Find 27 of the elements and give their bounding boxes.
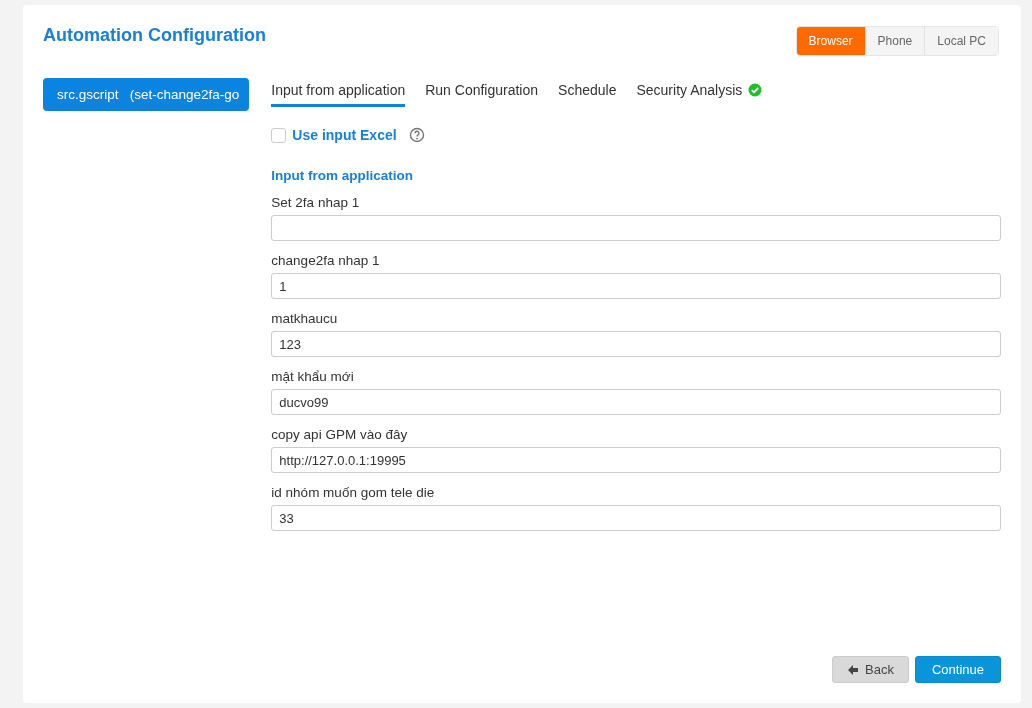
input-field[interactable]: http://127.0.0.1:19995 xyxy=(271,447,1001,473)
field-label: change2fa nhap 1 xyxy=(271,253,381,268)
section-title: Input from application xyxy=(271,168,415,183)
tab[interactable]: Schedule xyxy=(558,78,617,107)
platform-tab[interactable]: Phone xyxy=(864,27,925,55)
tab[interactable]: Run Configuration xyxy=(425,78,539,107)
field-label: mật khẩu mới xyxy=(271,369,355,384)
input-field[interactable]: 33 xyxy=(271,505,1001,531)
script-button[interactable]: src.gscript (set-change2fa-go xyxy=(43,78,250,111)
platform-tab[interactable]: Local PC xyxy=(924,27,998,55)
arrow-left-icon xyxy=(847,663,860,676)
back-button[interactable]: Back xyxy=(832,656,909,683)
input-field[interactable] xyxy=(271,215,1001,241)
page-title: Automation Configuration xyxy=(43,25,266,46)
input-field[interactable]: 1 xyxy=(271,273,1001,299)
tab[interactable]: Security Analysis xyxy=(636,78,763,107)
input-field[interactable]: ducvo99 xyxy=(271,389,1001,415)
checkbox-label: Use input Excel xyxy=(292,127,397,143)
input-field[interactable]: 123 xyxy=(271,331,1001,357)
tab[interactable]: Input from application xyxy=(271,78,406,107)
field-label: id nhóm muốn gom tele die xyxy=(271,485,436,500)
check-circle-icon xyxy=(748,83,763,97)
help-icon[interactable] xyxy=(408,127,425,143)
checkbox[interactable] xyxy=(271,127,287,143)
field-label: matkhaucu xyxy=(271,311,339,326)
field-label: Set 2fa nhap 1 xyxy=(271,195,361,210)
field-label: copy api GPM vào đây xyxy=(271,427,409,442)
